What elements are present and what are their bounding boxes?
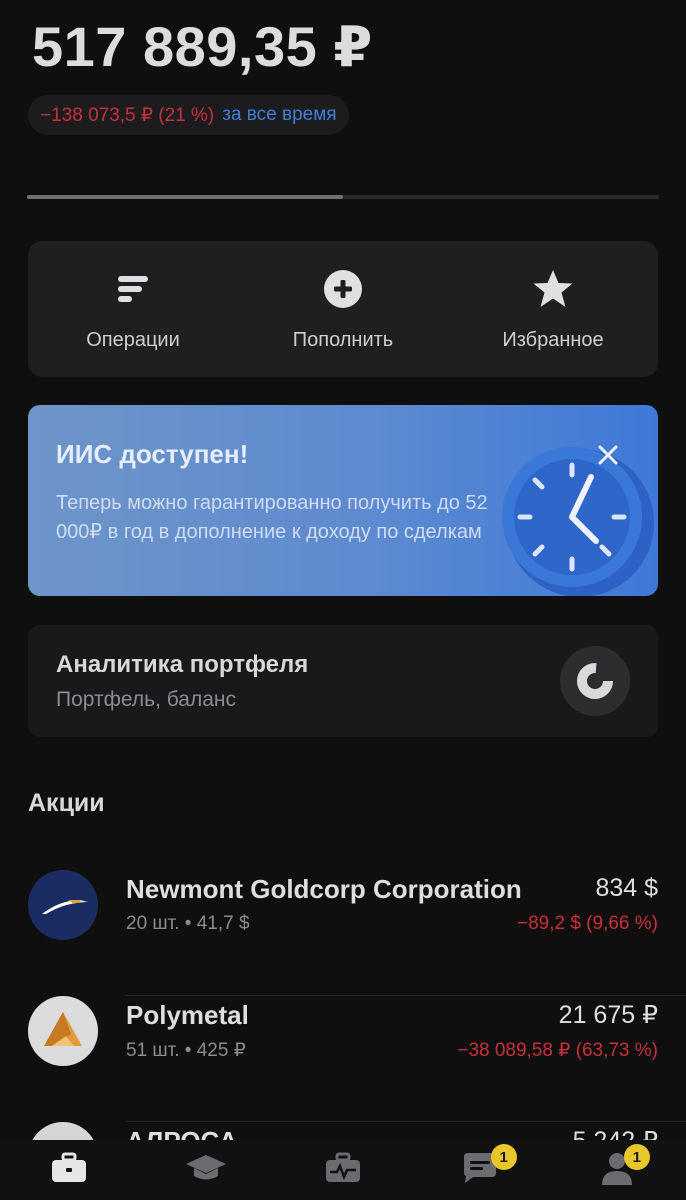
operations-button[interactable]: Операции	[28, 241, 238, 377]
stock-change: −89,2 $ (9,66 %)	[516, 913, 658, 934]
portfolio-analytics-card[interactable]: Аналитика портфеля Портфель, баланс	[28, 625, 658, 737]
stock-details: 20 шт. • 41,7 $	[126, 913, 250, 934]
stock-row[interactable]: Polymetal 51 шт. • 425 ₽ 21 675 ₽ −38 08…	[28, 996, 686, 1122]
operations-icon	[111, 267, 155, 311]
favorites-label: Избранное	[502, 328, 604, 351]
portfolio-change[interactable]: −138 073,5 ₽ (21 %) за все время	[28, 95, 349, 135]
promo-title: ИИС доступен!	[56, 439, 249, 469]
donut-chart-icon	[560, 646, 630, 716]
tab-catalog[interactable]	[274, 1140, 411, 1200]
chat-badge: 1	[490, 1144, 517, 1170]
portfolio-balance: 517 889,35 ₽	[32, 15, 373, 78]
stock-change: −38 089,58 ₽ (63,73 %)	[457, 1040, 658, 1061]
analytics-title: Аналитика портфеля	[56, 651, 309, 678]
tab-profile[interactable]: 1	[549, 1140, 686, 1200]
top-up-label: Пополнить	[292, 328, 394, 351]
tab-chat[interactable]: 1	[412, 1140, 549, 1200]
portfolio-pager	[27, 195, 659, 199]
bottom-tab-bar: 1 1	[0, 1140, 686, 1200]
stock-row[interactable]: Newmont Goldcorp Corporation 20 шт. • 41…	[28, 870, 686, 996]
stock-name: Newmont Goldcorp Corporation	[126, 874, 522, 904]
change-period-link[interactable]: за все время	[222, 104, 336, 126]
polymetal-logo	[28, 996, 98, 1066]
stocks-section-title: Акции	[28, 789, 105, 817]
change-value: −138 073,5 ₽ (21 %)	[40, 104, 215, 126]
favorites-button[interactable]: Избранное	[448, 241, 658, 377]
star-icon	[531, 267, 575, 311]
quick-actions: Операции Пополнить Избранное	[28, 241, 658, 377]
briefcase-icon	[51, 1152, 87, 1189]
graduation-cap-icon	[185, 1153, 227, 1188]
clock-icon	[492, 433, 658, 596]
profile-badge: 1	[623, 1144, 650, 1170]
operations-label: Операции	[86, 328, 180, 351]
stock-price: 21 675 ₽	[558, 1001, 658, 1029]
stock-price: 834 $	[595, 874, 658, 902]
medical-case-icon	[325, 1152, 361, 1189]
top-up-button[interactable]: Пополнить	[238, 241, 448, 377]
newmont-logo	[28, 870, 98, 940]
iis-promo-banner[interactable]: ИИС доступен! Теперь можно гарантированн…	[28, 405, 658, 596]
portfolio-pager-fill	[27, 195, 343, 199]
stock-details: 51 шт. • 425 ₽	[126, 1040, 246, 1061]
analytics-subtitle: Портфель, баланс	[56, 688, 236, 711]
tab-portfolio[interactable]	[0, 1140, 137, 1200]
tab-education[interactable]	[137, 1140, 274, 1200]
stock-name: Polymetal	[126, 1000, 249, 1030]
close-icon[interactable]	[592, 439, 624, 471]
promo-text: Теперь можно гарантированно получить до …	[56, 492, 488, 543]
plus-circle-icon	[321, 267, 365, 311]
